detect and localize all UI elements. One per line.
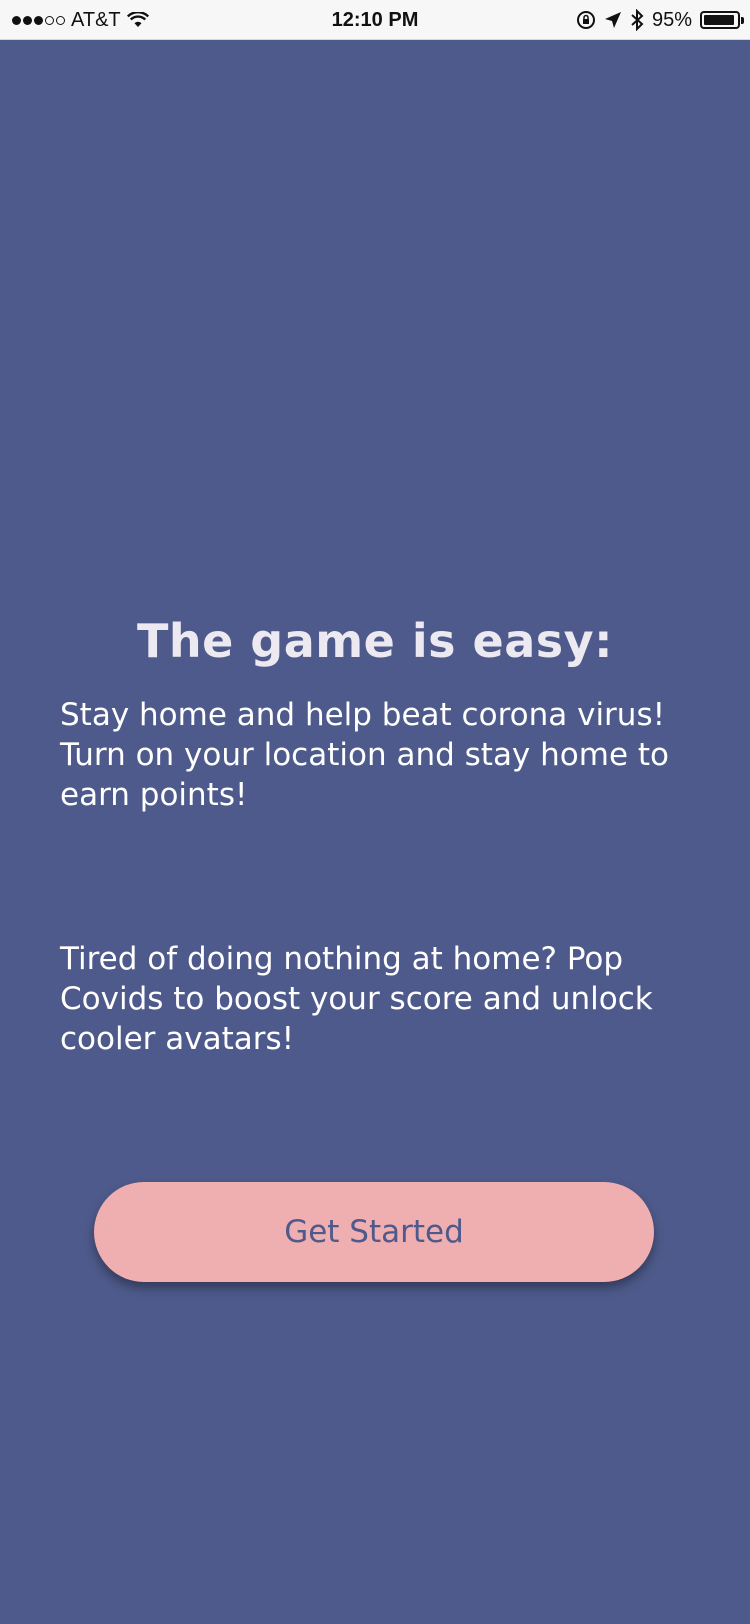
location-icon [604,12,621,28]
status-right: 95% [576,0,744,40]
bluetooth-icon [631,9,644,31]
status-bar: AT&T 12:10 PM 95% [0,0,750,40]
battery-percent: 95% [651,8,692,31]
onboarding-paragraph-location: Stay home and help beat corona virus! Tu… [60,697,669,813]
get-started-button[interactable]: Get Started [94,1182,654,1282]
onboarding-screen: The game is easy: Stay home and help bea… [0,40,750,1624]
battery-fill [704,15,735,25]
onboarding-title: The game is easy: [136,614,614,668]
battery-icon [700,11,744,29]
onboarding-paragraph-covids: Tired of doing nothing at home? Pop Covi… [60,941,653,1057]
orientation-lock-icon [576,11,595,29]
